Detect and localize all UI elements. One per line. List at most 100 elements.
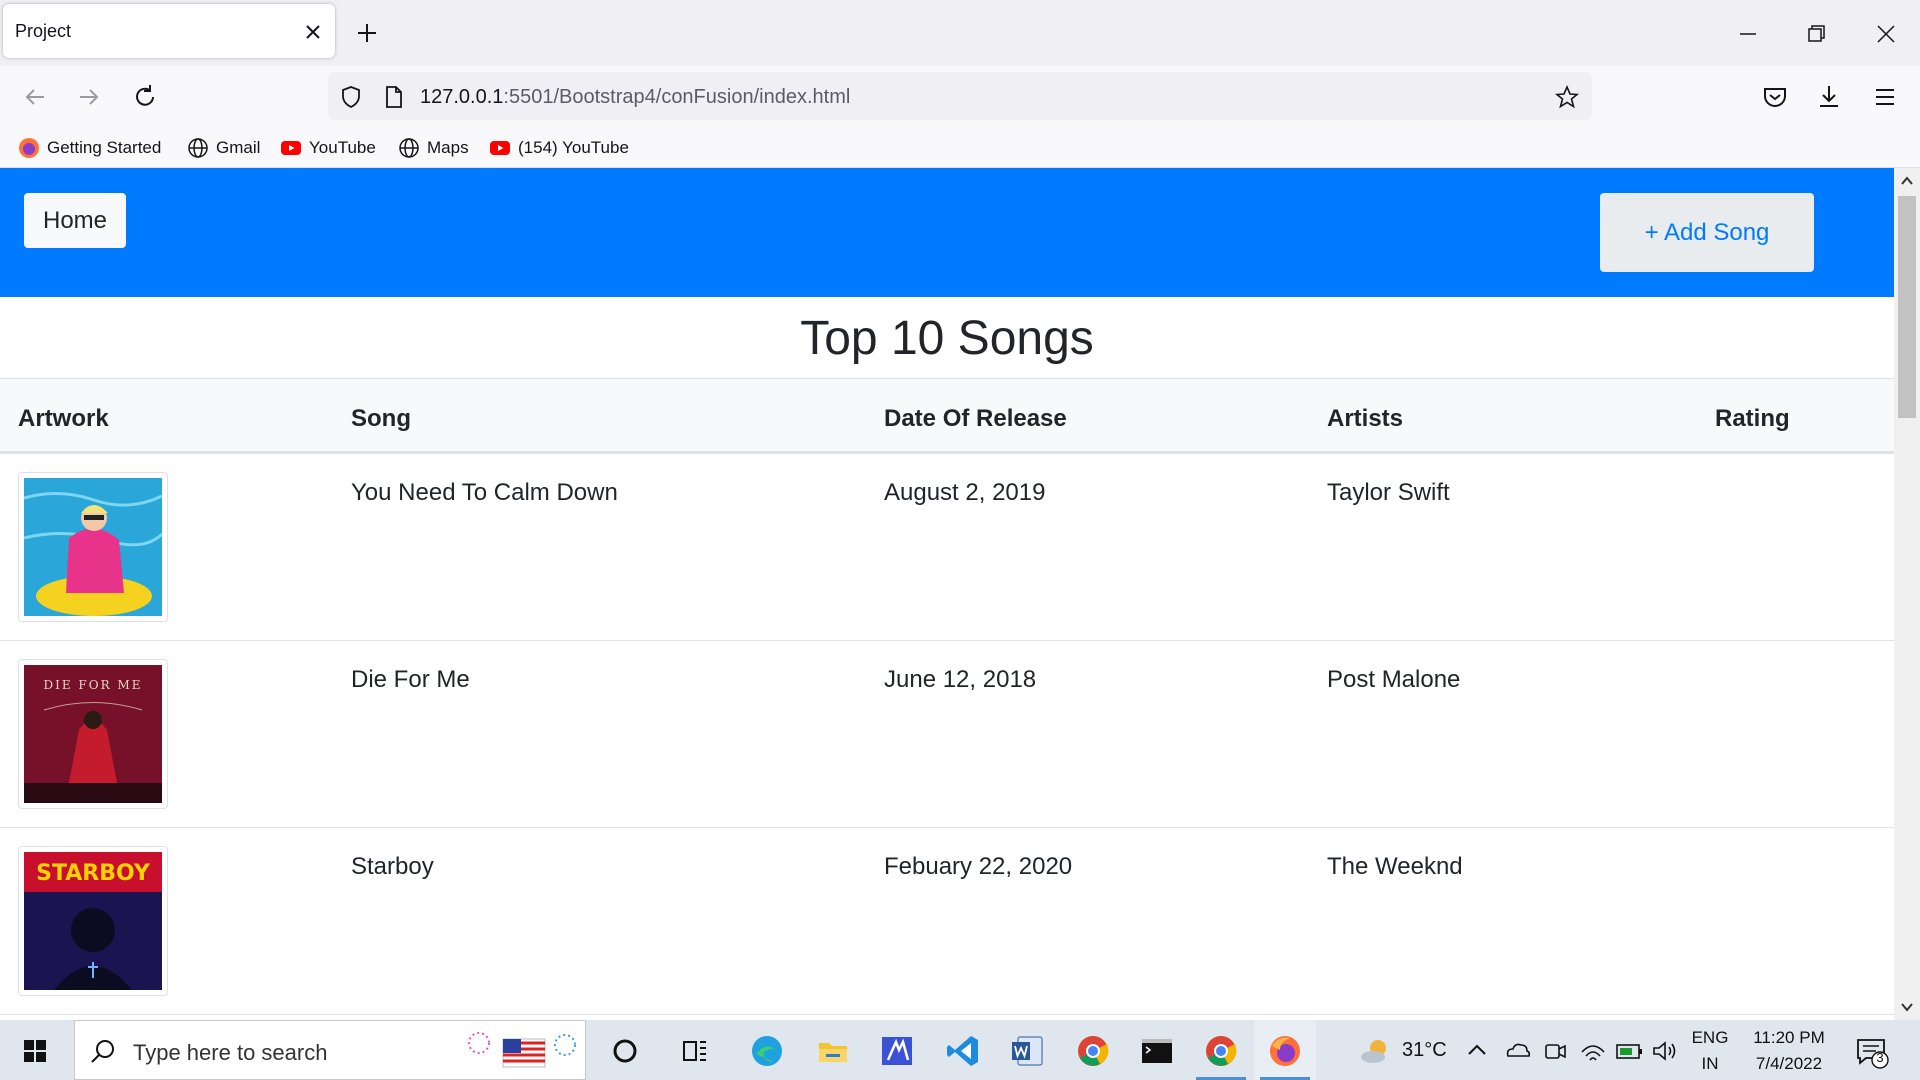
word-icon[interactable]: [1008, 1032, 1046, 1070]
shield-icon[interactable]: [338, 84, 364, 110]
bookmark-star-icon[interactable]: [1554, 84, 1580, 110]
edge-icon[interactable]: [748, 1032, 786, 1070]
vscode-icon[interactable]: [944, 1032, 982, 1070]
table-header: Artwork Song Date Of Release Artists Rat…: [0, 378, 1894, 454]
home-button[interactable]: Home: [24, 193, 126, 248]
globe-icon: [188, 138, 208, 158]
browser-tabstrip: Project: [0, 0, 1920, 66]
bookmark-label: (154) YouTube: [518, 138, 629, 157]
weather-icon[interactable]: [1356, 1032, 1394, 1070]
forward-icon[interactable]: [72, 80, 106, 114]
starboy-cover-image: STARBOY: [24, 852, 162, 990]
back-icon[interactable]: [18, 80, 52, 114]
onedrive-icon[interactable]: [1502, 1032, 1532, 1070]
meet-now-icon[interactable]: [1540, 1032, 1570, 1070]
site-navbar: Home + Add Song: [0, 168, 1894, 297]
web-page: Home + Add Song Top 10 Songs Artwork Son…: [0, 168, 1894, 1020]
scrollbar-thumb[interactable]: [1898, 196, 1916, 418]
clock-time[interactable]: 11:20 PM: [1746, 1028, 1832, 1048]
add-song-button[interactable]: + Add Song: [1600, 193, 1814, 272]
bookmark-label: Gmail: [216, 138, 261, 157]
restore-icon[interactable]: [1796, 14, 1836, 54]
artist-name: Taylor Swift: [1327, 479, 1450, 506]
downloads-icon[interactable]: [1812, 80, 1846, 114]
bookmark-youtube[interactable]: YouTube: [280, 136, 376, 160]
song-title: Starboy: [351, 853, 434, 880]
terminal-icon[interactable]: [1138, 1032, 1176, 1070]
bookmark-maps[interactable]: Maps: [398, 136, 469, 160]
browser-navbar: 127.0.0.1:5501/Bootstrap4/conFusion/inde…: [0, 66, 1920, 128]
page-info-icon[interactable]: [380, 84, 406, 110]
scroll-up-icon[interactable]: [1898, 172, 1916, 190]
column-header-artwork: Artwork: [18, 405, 109, 432]
reload-icon[interactable]: [128, 80, 162, 114]
cover-title-text: STARBOY: [36, 861, 151, 886]
bookmark-label: YouTube: [309, 138, 376, 157]
battery-icon[interactable]: [1614, 1032, 1644, 1070]
artist-name: Post Malone: [1327, 666, 1461, 693]
browser-tab[interactable]: Project: [3, 4, 335, 58]
table-row: DIE FOR ME Die For Me June 12, 2018 Post…: [0, 641, 1894, 828]
column-header-artists: Artists: [1327, 405, 1404, 432]
column-header-rating: Rating: [1715, 405, 1790, 432]
minimize-icon[interactable]: [1728, 14, 1768, 54]
language-code[interactable]: ENG: [1688, 1028, 1732, 1048]
column-header-date: Date Of Release: [884, 405, 1067, 432]
swimming-pool-cover-image: [24, 478, 162, 616]
firefox-icon: [19, 138, 39, 158]
album-artwork[interactable]: STARBOY: [18, 846, 168, 996]
column-header-song: Song: [351, 405, 411, 432]
language-region[interactable]: IN: [1688, 1054, 1732, 1074]
new-tab-icon[interactable]: [352, 18, 382, 48]
pocket-icon[interactable]: [1758, 80, 1792, 114]
chevron-up-icon[interactable]: [1462, 1032, 1492, 1070]
search-placeholder: Type here to search: [133, 1040, 328, 1065]
bookmark-label: Maps: [427, 138, 469, 157]
weather-temp[interactable]: 31°C: [1402, 1039, 1447, 1062]
taskbar-search-box[interactable]: Type here to search: [74, 1020, 586, 1080]
bookmark-getting-started[interactable]: Getting Started: [18, 136, 161, 160]
task-view-icon[interactable]: [676, 1032, 714, 1070]
windows-taskbar: Type here to search 31°C ENG IN 11:20 PM…: [0, 1020, 1920, 1080]
wifi-icon[interactable]: [1578, 1032, 1608, 1070]
cortana-icon[interactable]: [606, 1032, 644, 1070]
cover-title-text: DIE FOR ME: [44, 678, 143, 692]
artist-name: The Weeknd: [1327, 853, 1463, 880]
song-title: You Need To Calm Down: [351, 479, 618, 506]
bookmark-gmail[interactable]: Gmail: [187, 136, 260, 160]
fireworks-flag-icon: [468, 1032, 576, 1068]
close-window-icon[interactable]: [1866, 14, 1906, 54]
die-for-me-cover-image: DIE FOR ME: [24, 665, 162, 803]
scroll-down-icon[interactable]: [1898, 998, 1916, 1016]
chrome-icon[interactable]: [1202, 1032, 1240, 1070]
close-tab-icon[interactable]: [301, 20, 325, 44]
url-bar[interactable]: 127.0.0.1:5501/Bootstrap4/conFusion/inde…: [328, 72, 1592, 120]
bookmarks-toolbar: Getting Started Gmail YouTube Maps (154)…: [0, 128, 1920, 168]
url-text: 127.0.0.1:5501/Bootstrap4/conFusion/inde…: [420, 86, 851, 108]
bookmark-label: Getting Started: [47, 138, 162, 157]
search-icon: [91, 1040, 114, 1063]
page-title: Top 10 Songs: [800, 312, 1094, 365]
release-date: June 12, 2018: [884, 666, 1037, 693]
app-icon[interactable]: [878, 1032, 916, 1070]
youtube-icon: [281, 141, 301, 155]
release-date: Febuary 22, 2020: [884, 853, 1073, 880]
file-explorer-icon[interactable]: [814, 1032, 852, 1070]
firefox-icon[interactable]: [1266, 1032, 1304, 1070]
youtube-icon: [490, 141, 510, 155]
notification-count: 3: [1876, 1050, 1884, 1065]
page-scrollbar[interactable]: [1894, 168, 1920, 1020]
release-date: August 2, 2019: [884, 479, 1046, 506]
tab-title: Project: [15, 21, 72, 41]
chrome-icon[interactable]: [1074, 1032, 1112, 1070]
menu-icon[interactable]: [1868, 80, 1902, 114]
globe-icon: [399, 138, 419, 158]
clock-date[interactable]: 7/4/2022: [1746, 1054, 1832, 1074]
bookmark-youtube-154[interactable]: (154) YouTube: [489, 136, 629, 160]
windows-start-icon[interactable]: [16, 1032, 54, 1070]
table-row: STARBOY Starboy Febuary 22, 2020 The Wee…: [0, 828, 1894, 1015]
song-title: Die For Me: [351, 666, 470, 693]
album-artwork[interactable]: DIE FOR ME: [18, 659, 168, 809]
album-artwork[interactable]: [18, 472, 168, 622]
volume-icon[interactable]: [1650, 1032, 1680, 1070]
